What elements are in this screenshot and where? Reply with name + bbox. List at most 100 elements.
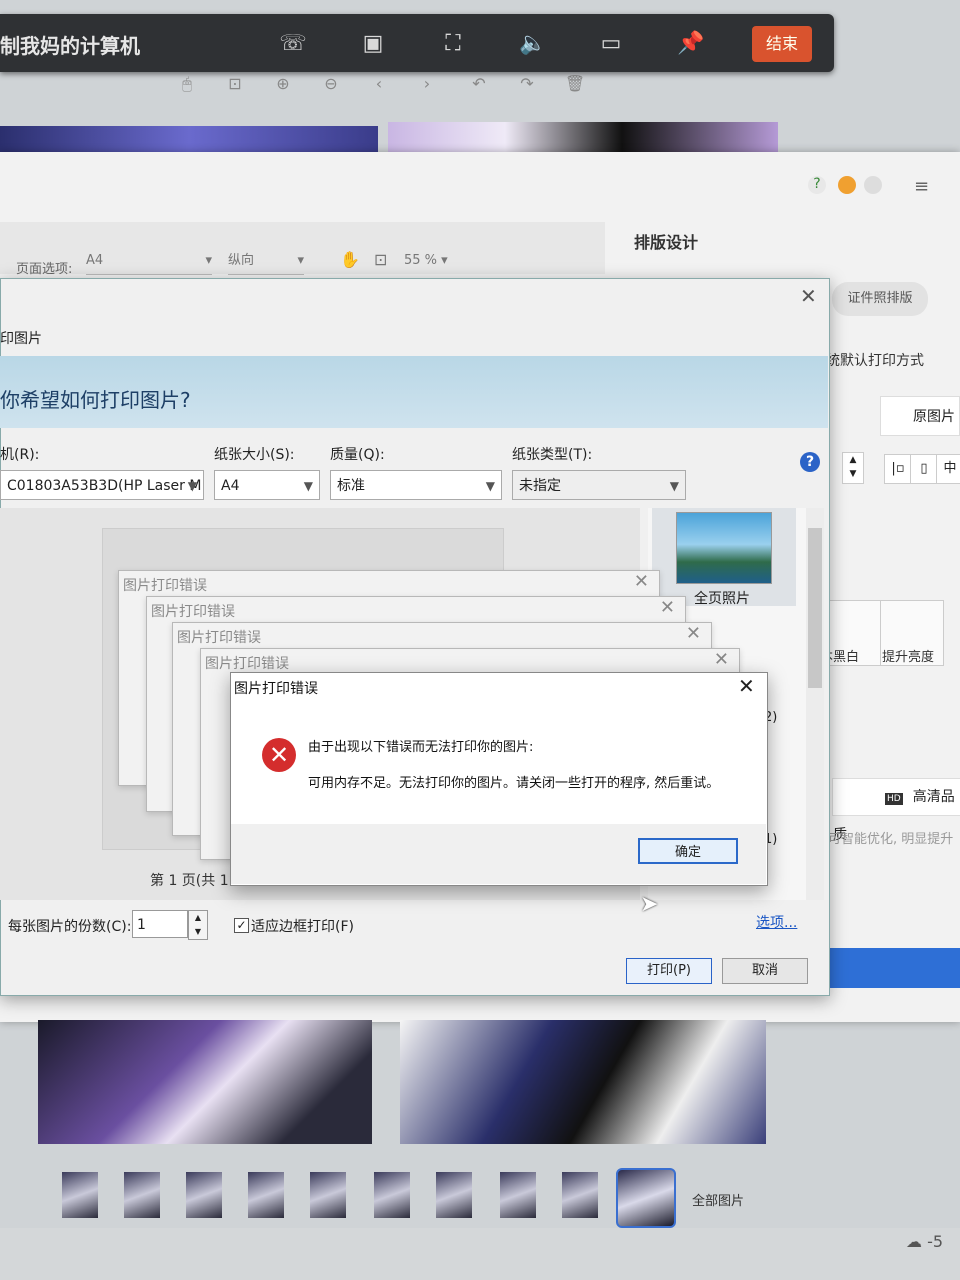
error-dialog-title: 图片打印错误 (205, 656, 289, 672)
thumbnail[interactable] (124, 1172, 160, 1218)
gallery-photo[interactable] (38, 1020, 372, 1144)
orientation-value: 纵向 (228, 253, 255, 268)
menu-icon[interactable]: ≡ (914, 176, 929, 197)
default-print-mode[interactable]: 统默认打印方式 (826, 350, 960, 376)
status-icon[interactable] (838, 176, 856, 194)
spinner[interactable]: ▲ ▼ (842, 452, 864, 484)
cancel-button[interactable]: 取消 (722, 958, 808, 984)
mouse-icon[interactable]: 🖱 (174, 74, 200, 96)
volume-icon[interactable]: 🔈 (518, 30, 548, 58)
thumbnail[interactable] (562, 1172, 598, 1218)
error-dialog-title: 图片打印错误 (234, 681, 318, 697)
close-icon[interactable]: ✕ (714, 649, 729, 670)
fit-frame-checkbox[interactable]: ✓ (234, 918, 249, 933)
id-photo-layout-button[interactable]: 证件照排版 (832, 282, 928, 316)
thumbnail[interactable] (62, 1172, 98, 1218)
rotate-right-icon[interactable]: ↷ (514, 74, 540, 96)
help-icon[interactable]: ? (800, 452, 820, 472)
zoom-in-icon[interactable]: ⊕ (270, 74, 296, 96)
hand-icon[interactable]: ✋ (340, 250, 360, 269)
brightness-effect-label: 提升亮度 (882, 650, 935, 665)
copies-label: 每张图片的份数(C): (8, 919, 132, 935)
gallery-photo[interactable] (400, 1020, 766, 1144)
phone-icon[interactable]: ☏ (278, 30, 308, 58)
printer-label: 机(R): (0, 447, 40, 463)
actual-size-icon[interactable]: ⊡ (222, 74, 248, 96)
copies-stepper[interactable]: ▲ ▼ (188, 910, 208, 940)
remote-session-title: 制我妈的计算机 (0, 34, 140, 58)
ratio-icon[interactable]: ▣ (358, 30, 388, 58)
scrollbar-thumb[interactable] (808, 528, 822, 688)
weather-widget[interactable]: ☁ -5 (906, 1232, 943, 1251)
thumbnail[interactable] (500, 1172, 536, 1218)
thumbnail[interactable] (436, 1172, 472, 1218)
paper-size-select[interactable]: A4 ▼ (214, 470, 320, 500)
printer-select[interactable]: C01803A53B3D(HP Laser M ▼ (0, 470, 204, 500)
print-button[interactable]: 打印(P) (626, 958, 712, 984)
printer-value: C01803A53B3D(HP Laser M (7, 478, 202, 494)
hd-description: 可智能优化, 明显提升 (828, 832, 954, 847)
thumbnail[interactable] (248, 1172, 284, 1218)
close-icon[interactable]: ✕ (800, 284, 817, 308)
fit-frame-label: 适应边框打印(F) (251, 919, 354, 935)
original-image-button[interactable]: 原图片 (880, 396, 960, 436)
status-icon-2[interactable] (864, 176, 882, 194)
ok-button[interactable]: 确定 (638, 838, 738, 864)
page-option-label: 页面选项: (16, 262, 73, 277)
hd-badge-icon: HD (885, 793, 903, 805)
mouse-cursor-icon: ➤ (640, 892, 659, 917)
full-page-layout-thumbnail[interactable] (676, 512, 772, 584)
print-action-bar[interactable] (816, 948, 960, 988)
error-detail: 可用内存不足。无法打印你的图片。请关闭一些打开的程序, 然后重试。 (308, 776, 720, 791)
zoom-value: 55 % (404, 253, 438, 268)
paper-select[interactable]: A4 ▾ (86, 248, 212, 275)
rotate-left-icon[interactable]: ↶ (466, 74, 492, 96)
orientation-select[interactable]: 纵向 ▾ (228, 248, 304, 275)
dialog-title: 印图片 (0, 331, 42, 347)
next-icon[interactable]: › (414, 74, 440, 96)
align-center-icon[interactable]: ▯ (910, 454, 938, 484)
align-middle-icon[interactable]: 中 (936, 454, 960, 484)
error-dialog-title: 图片打印错误 (177, 630, 261, 646)
thumbnail[interactable] (374, 1172, 410, 1218)
hd-icon[interactable]: ▭ (596, 30, 626, 58)
paper-size-label: 纸张大小(S): (214, 447, 295, 463)
thumbnail[interactable] (310, 1172, 346, 1218)
paper-value: A4 (86, 253, 104, 268)
taskbar (0, 1228, 960, 1280)
close-icon[interactable]: ✕ (738, 674, 755, 698)
assistant-icon[interactable]: ? (808, 176, 826, 194)
align-left-icon[interactable]: |▫ (884, 454, 912, 484)
zoom-select[interactable]: 55 % ▾ (404, 248, 464, 274)
paper-type-label: 纸张类型(T): (512, 447, 593, 463)
copies-input[interactable]: 1 (132, 910, 188, 938)
quality-label: 质量(Q): (330, 447, 385, 463)
dialog-question: 你希望如何打印图片? (0, 388, 191, 412)
paper-size-value: A4 (221, 478, 240, 494)
pin-icon[interactable]: 📌 (676, 30, 706, 58)
error-dialog-title: 图片打印错误 (123, 578, 207, 594)
temperature: -5 (927, 1232, 944, 1251)
fullscreen-icon[interactable]: ⛶ (438, 30, 468, 58)
options-link[interactable]: 选项... (756, 912, 797, 932)
error-dialog-title: 图片打印错误 (151, 604, 235, 620)
delete-icon[interactable]: 🗑 (562, 74, 588, 96)
page-count: 第 1 页(共 1 (150, 873, 229, 889)
quality-select[interactable]: 标准 ▼ (330, 470, 502, 500)
zoom-out-icon[interactable]: ⊖ (318, 74, 344, 96)
quality-value: 标准 (337, 478, 365, 494)
close-icon[interactable]: ✕ (686, 623, 701, 644)
thumbnail-selected[interactable] (616, 1168, 676, 1228)
all-pictures-label[interactable]: 全部图片 (692, 1190, 744, 1209)
hd-quality-button[interactable]: HD 高清品质 (832, 778, 960, 843)
fit-page-icon[interactable]: ⊡ (374, 250, 387, 269)
end-session-button[interactable]: 结束 (752, 26, 812, 62)
thumbnail[interactable] (186, 1172, 222, 1218)
error-message: 由于出现以下错误而无法打印你的图片: (308, 740, 534, 755)
layout-design-title: 排版设计 (634, 233, 699, 252)
prev-icon[interactable]: ‹ (366, 74, 392, 96)
full-page-layout-label: 全页照片 (694, 591, 750, 607)
close-icon[interactable]: ✕ (634, 571, 649, 592)
paper-type-select[interactable]: 未指定 ▼ (512, 470, 686, 500)
close-icon[interactable]: ✕ (660, 597, 675, 618)
